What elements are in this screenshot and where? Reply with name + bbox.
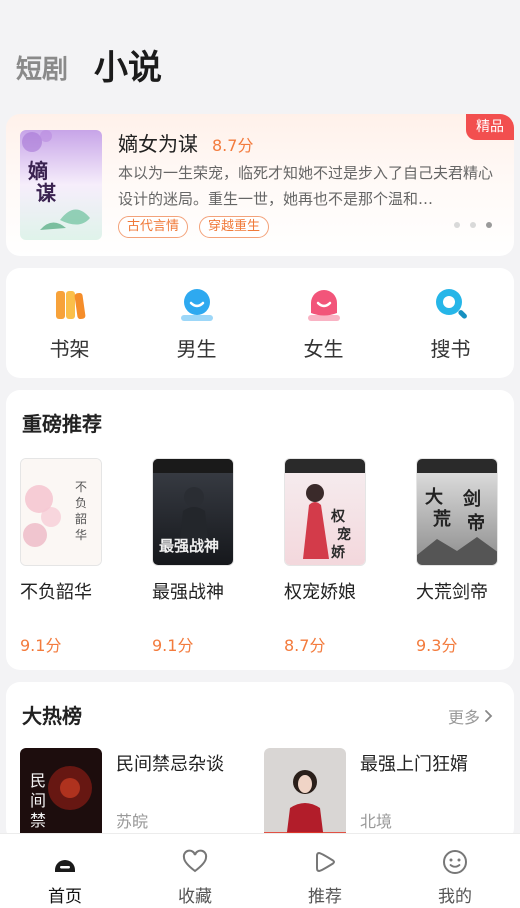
carousel-dot-active [486,222,492,228]
svg-text:帝: 帝 [467,512,485,534]
smiley-icon [443,850,467,874]
quick-entry-search[interactable]: 搜书 [406,285,496,362]
nav-label: 首页 [48,887,82,907]
svg-text:嫡: 嫡 [28,159,48,183]
featured-banner[interactable]: 精品 嫡 谋 嫡女为谋 8.7分 本以为一生荣宠，临死才知她不过是步入了自己夫君… [6,114,514,256]
book-title: 大荒剑帝 [416,582,488,603]
svg-text:民: 民 [30,771,46,790]
book-title: 最强战神 [152,582,224,603]
tab-short-drama[interactable]: 短剧 [16,48,68,92]
quick-entry-label: 搜书 [430,336,471,361]
svg-text:华: 华 [75,528,87,542]
book-card[interactable]: 不 负 韶 华 不负韶华 9.1分 [20,458,104,656]
premium-badge: 精品 [466,114,514,140]
hot-ranking: 大热榜 更多 民 间 禁 民间禁忌杂谈 苏皖 最强上门狂婿 北境 [6,682,514,842]
svg-text:剑: 剑 [462,488,481,510]
banner-book-title: 嫡女为谋 [118,132,198,156]
svg-text:大: 大 [425,486,443,508]
quick-entry-bookshelf[interactable]: 书架 [25,285,115,362]
hot-book-author: 苏皖 [116,812,149,831]
quick-entry-label: 书架 [49,336,90,361]
carousel-dot [454,222,460,228]
book-cover[interactable]: 不 负 韶 华 [20,458,102,566]
svg-text:间: 间 [30,791,46,810]
play-icon [316,851,335,873]
svg-text:宠: 宠 [337,526,351,543]
bottom-navigation: 首页 收藏 推荐 我的 [0,833,520,908]
top-tabs: 短剧 小说 [16,44,162,92]
nav-recommend[interactable]: 推荐 [280,834,370,908]
quick-entry-male[interactable]: 男生 [152,285,242,362]
home-icon [55,860,75,872]
svg-text:权: 权 [330,508,346,525]
book-title: 权宠娇娘 [284,582,356,603]
book-score: 8.7分 [284,636,326,655]
genre-tag[interactable]: 穿越重生 [199,216,270,238]
book-score: 9.3分 [416,636,458,655]
nav-favorites[interactable]: 收藏 [150,834,240,908]
book-score: 9.1分 [152,636,194,655]
svg-text:不: 不 [75,480,87,494]
svg-text:禁: 禁 [30,811,46,830]
hot-book-author: 北境 [360,812,393,831]
female-icon [307,289,340,321]
carousel-dot [470,222,476,228]
book-cover[interactable]: 权 宠 娇 [284,458,366,566]
quick-entry-female[interactable]: 女生 [279,285,369,362]
quick-entry-label: 男生 [176,336,217,361]
nav-profile[interactable]: 我的 [410,834,500,908]
svg-text:荒: 荒 [432,508,451,530]
section-title: 重磅推荐 [22,412,102,436]
more-link[interactable]: 更多 [448,704,496,728]
hot-book-title[interactable]: 最强上门狂婿 [360,750,468,776]
quick-entry-label: 女生 [303,336,344,361]
svg-text:娇: 娇 [331,544,346,561]
featured-recommendations: 重磅推荐 不 负 韶 华 不负韶华 9.1分 最强战神 最强战神 9.1分 权 … [6,390,514,670]
svg-text:负: 负 [75,496,87,510]
svg-text:最强战神: 最强战神 [159,537,219,555]
genre-tag[interactable]: 古代言情 [118,216,189,238]
hot-book-title[interactable]: 民间禁忌杂谈 [116,750,224,776]
banner-book-description: 本以为一生荣宠，临死才知她不过是步入了自己夫君精心设计的迷局。重生一世，她再也不… [118,164,494,208]
nav-label: 我的 [438,887,472,907]
section-title: 大热榜 [22,704,82,728]
nav-label: 推荐 [308,887,342,907]
nav-home[interactable]: 首页 [20,834,110,908]
svg-text:谋: 谋 [36,181,57,205]
carousel-indicator [454,222,492,228]
bookshelf-icon [55,290,85,319]
book-cover[interactable]: 大 荒 剑 帝 [416,458,498,566]
heart-icon [182,849,208,873]
book-score: 9.1分 [20,636,62,655]
more-label: 更多 [447,708,480,727]
book-cover[interactable]: 最强战神 [152,458,234,566]
search-icon [435,288,467,319]
banner-book-cover[interactable]: 嫡 谋 [20,130,102,240]
tab-novel[interactable]: 小说 [94,44,162,92]
svg-text:韶: 韶 [75,511,87,526]
book-card[interactable]: 最强战神 最强战神 9.1分 [152,458,236,656]
book-title: 不负韶华 [20,582,92,603]
quick-entry-bar: 书架 男生 女生 搜书 [6,268,514,378]
book-card[interactable]: 大 荒 剑 帝 大荒剑帝 9.3分 [416,458,500,656]
male-icon [180,288,213,321]
banner-book-score: 8.7分 [212,136,254,155]
hot-book-cover[interactable] [264,748,346,842]
chevron-right-icon [485,710,493,722]
book-card[interactable]: 权 宠 娇 权宠娇娘 8.7分 [284,458,368,656]
nav-label: 收藏 [178,887,212,907]
hot-book-cover[interactable]: 民 间 禁 [20,748,102,842]
